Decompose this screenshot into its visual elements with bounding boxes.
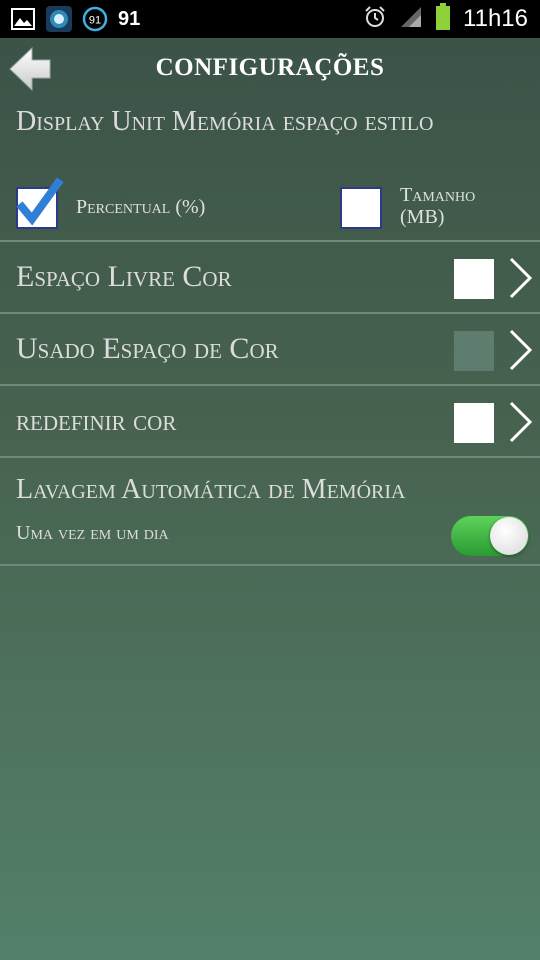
redefinir-cor-row[interactable]: redefinir cor [0,386,540,458]
app-icon [46,6,72,32]
tamanho-label: Tamanho (MB) [400,184,476,228]
notification-count: 91 [118,7,141,30]
page-title: CONFIGURAÇÕES [155,54,385,81]
usado-espaco-cor-row[interactable]: Usado Espaço de Cor [0,314,540,386]
auto-clean-subtitle: Uma vez em um dia [16,522,169,544]
percentual-checkbox[interactable] [16,177,64,229]
espaco-livre-cor-label: Espaço Livre Cor [16,260,232,293]
signal-icon [399,5,423,34]
reset-color-swatch [454,403,494,443]
tamanho-checkbox[interactable] [340,187,382,229]
free-space-color-swatch [454,259,494,299]
status-bar: 91 91 11h16 [0,0,540,38]
percentual-label: Percentual (%) [76,196,206,218]
auto-clean-section: Lavagem Automática de Memória Uma vez em… [0,460,540,566]
chevron-right-icon [509,257,533,299]
usado-espaco-cor-label: Usado Espaço de Cor [16,332,279,365]
checkmark-icon [16,177,64,226]
toggle-knob [490,517,528,555]
battery-icon [435,2,451,36]
chevron-right-icon [509,329,533,371]
auto-clean-toggle[interactable] [451,516,529,556]
chevron-right-icon [509,401,533,443]
badge-icon: 91 [82,6,108,32]
app-header: CONFIGURAÇÕES [0,38,540,102]
clock: 11h16 [463,5,528,32]
auto-clean-heading: Lavagem Automática de Memória [16,474,406,505]
image-icon [10,6,36,32]
svg-text:91: 91 [89,15,101,27]
display-unit-section: Display Unit Memória espaço estilo Perce… [0,102,540,242]
display-unit-heading: Display Unit Memória espaço estilo [16,106,434,137]
used-space-color-swatch [454,331,494,371]
alarm-icon [363,5,387,34]
espaco-livre-cor-row[interactable]: Espaço Livre Cor [0,242,540,314]
redefinir-cor-label: redefinir cor [16,404,177,437]
